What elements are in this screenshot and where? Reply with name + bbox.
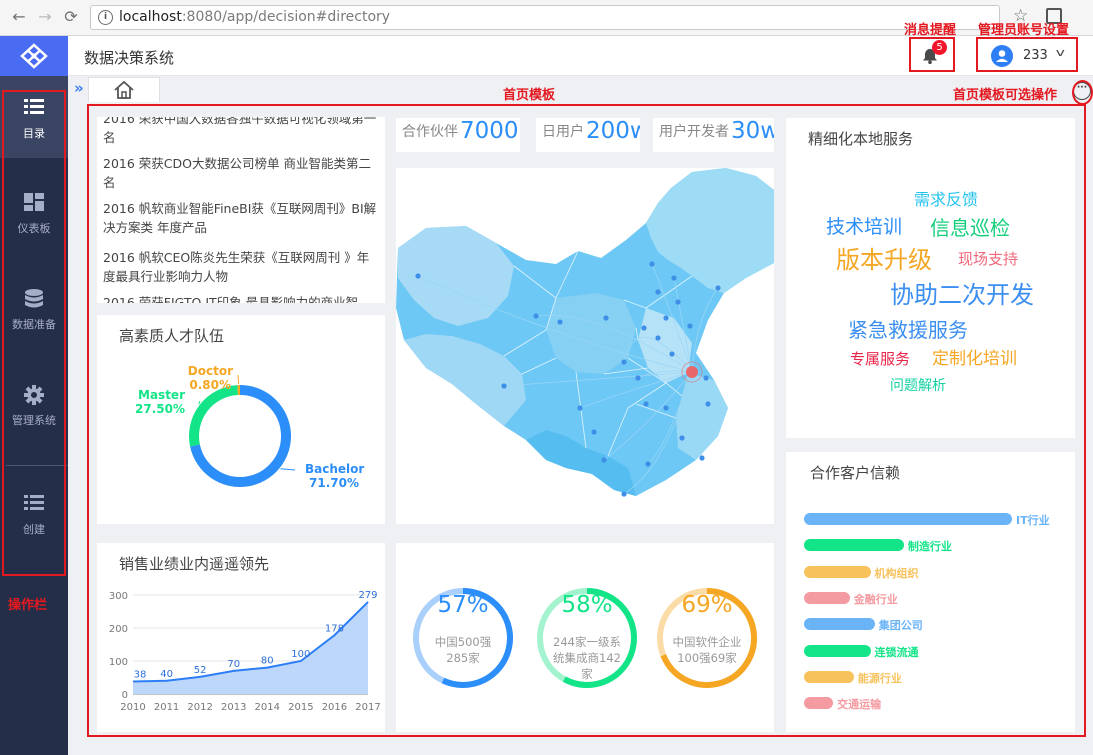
info-icon[interactable]: i — [98, 10, 113, 25]
reload-icon[interactable]: ⟳ — [62, 8, 80, 26]
forward-arrow-icon[interactable]: → — [36, 8, 54, 26]
annotation-box-notify — [909, 37, 955, 72]
url-host: localhost — [119, 9, 182, 25]
double-chevron-right-icon[interactable]: » — [74, 79, 84, 97]
url-text: localhost:8080/app/decision#directory — [119, 9, 390, 25]
back-arrow-icon[interactable]: ← — [10, 8, 28, 26]
url-bar[interactable]: i localhost:8080/app/decision#directory — [90, 5, 1000, 30]
logo-icon — [20, 43, 48, 69]
annotation-box-template — [87, 104, 1086, 737]
annotation-box-admin — [976, 37, 1078, 72]
app-logo[interactable] — [0, 36, 68, 76]
annotation-circle-ops — [1072, 80, 1093, 105]
annotation-notify: 消息提醒 — [904, 23, 957, 38]
tab-home[interactable] — [88, 77, 160, 102]
home-icon — [114, 80, 134, 99]
page-title: 数据决策系统 — [84, 49, 175, 67]
annotation-home-template: 首页模板 — [503, 88, 556, 103]
annotation-home-ops: 首页模板可选操作 — [953, 88, 1058, 103]
annotation-admin: 管理员账号设置 — [978, 23, 1070, 38]
tab-bar: » ··· — [68, 76, 1093, 102]
annotation-box-operation-bar — [2, 90, 66, 576]
url-path: :8080/app/decision#directory — [181, 9, 391, 25]
annotation-operation-bar: 操作栏 — [8, 598, 48, 613]
